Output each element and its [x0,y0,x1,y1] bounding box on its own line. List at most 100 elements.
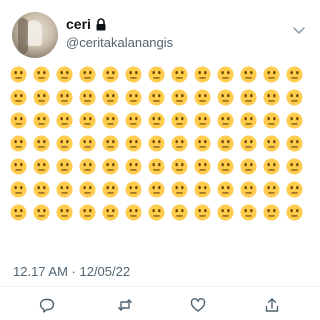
neutral-face-emoji [217,158,234,175]
neutral-face-emoji [148,66,165,83]
neutral-face-emoji [125,112,142,129]
neutral-face-emoji [263,66,280,83]
neutral-face-emoji [217,204,234,221]
neutral-face-emoji [148,112,165,129]
neutral-face-emoji [10,158,27,175]
neutral-face-emoji [102,204,119,221]
like-icon [190,298,206,312]
neutral-face-emoji [171,89,188,106]
neutral-face-emoji [148,204,165,221]
neutral-face-emoji [102,181,119,198]
neutral-face-emoji [33,112,50,129]
neutral-face-emoji [286,135,303,152]
neutral-face-emoji [79,181,96,198]
neutral-face-emoji [148,181,165,198]
neutral-face-emoji [56,66,73,83]
neutral-face-emoji [171,181,188,198]
neutral-face-emoji [102,89,119,106]
neutral-face-emoji [194,112,211,129]
neutral-face-emoji [56,204,73,221]
neutral-face-emoji [240,135,257,152]
neutral-face-emoji [125,181,142,198]
neutral-face-emoji [56,112,73,129]
neutral-face-emoji [240,112,257,129]
neutral-face-emoji [171,66,188,83]
neutral-face-emoji [56,181,73,198]
neutral-face-emoji [125,158,142,175]
neutral-face-emoji [217,135,234,152]
share-button[interactable] [264,297,280,313]
neutral-face-emoji [286,66,303,83]
neutral-face-emoji [240,204,257,221]
neutral-face-emoji [56,135,73,152]
retweet-icon [118,299,132,311]
chevron-down-icon[interactable] [292,26,306,36]
like-button[interactable] [190,297,206,313]
neutral-face-emoji [79,89,96,106]
neutral-face-emoji [217,89,234,106]
neutral-face-emoji [171,158,188,175]
neutral-face-emoji [194,158,211,175]
neutral-face-emoji [263,158,280,175]
neutral-face-emoji [125,89,142,106]
reply-button[interactable] [39,297,55,313]
neutral-face-emoji [217,181,234,198]
neutral-face-emoji [148,158,165,175]
neutral-face-emoji [33,158,50,175]
neutral-face-emoji [171,204,188,221]
neutral-face-emoji [286,181,303,198]
neutral-face-emoji [10,181,27,198]
share-icon [265,298,279,312]
neutral-face-emoji [263,181,280,198]
neutral-face-emoji [263,135,280,152]
neutral-face-emoji [286,158,303,175]
author-name[interactable]: ceri [66,16,91,32]
avatar[interactable] [12,12,58,58]
neutral-face-emoji [33,135,50,152]
tweet-timestamp[interactable]: 12.17 AM · 12/05/22 [13,264,130,279]
neutral-face-emoji [263,112,280,129]
neutral-face-emoji [102,66,119,83]
neutral-face-emoji [79,135,96,152]
neutral-face-emoji [171,135,188,152]
neutral-face-emoji [102,112,119,129]
reply-icon [39,298,55,313]
neutral-face-emoji [102,158,119,175]
neutral-face-emoji [171,112,188,129]
neutral-face-emoji [194,66,211,83]
neutral-face-emoji [240,66,257,83]
retweet-button[interactable] [117,297,133,313]
neutral-face-emoji [79,112,96,129]
author-handle[interactable]: @ceritakalanangis [66,35,173,50]
lock-icon [96,17,106,30]
neutral-face-emoji [33,204,50,221]
neutral-face-emoji [286,204,303,221]
neutral-face-emoji [33,181,50,198]
neutral-face-emoji [79,66,96,83]
neutral-face-emoji [240,89,257,106]
neutral-face-emoji [56,89,73,106]
neutral-face-emoji [148,135,165,152]
author-row: ceri [66,15,107,33]
neutral-face-emoji [217,112,234,129]
neutral-face-emoji [33,66,50,83]
neutral-face-emoji [263,204,280,221]
neutral-face-emoji [263,89,280,106]
neutral-face-emoji [33,89,50,106]
neutral-face-emoji [125,135,142,152]
neutral-face-emoji [148,89,165,106]
neutral-face-emoji [286,89,303,106]
neutral-face-emoji [10,66,27,83]
neutral-face-emoji [10,135,27,152]
neutral-face-emoji [10,204,27,221]
neutral-face-emoji [194,181,211,198]
neutral-face-emoji [79,204,96,221]
neutral-face-emoji [217,66,234,83]
neutral-face-emoji [56,158,73,175]
neutral-face-emoji [194,204,211,221]
neutral-face-emoji [194,135,211,152]
neutral-face-emoji [79,158,96,175]
neutral-face-emoji [240,158,257,175]
neutral-face-emoji [125,204,142,221]
neutral-face-emoji [194,89,211,106]
